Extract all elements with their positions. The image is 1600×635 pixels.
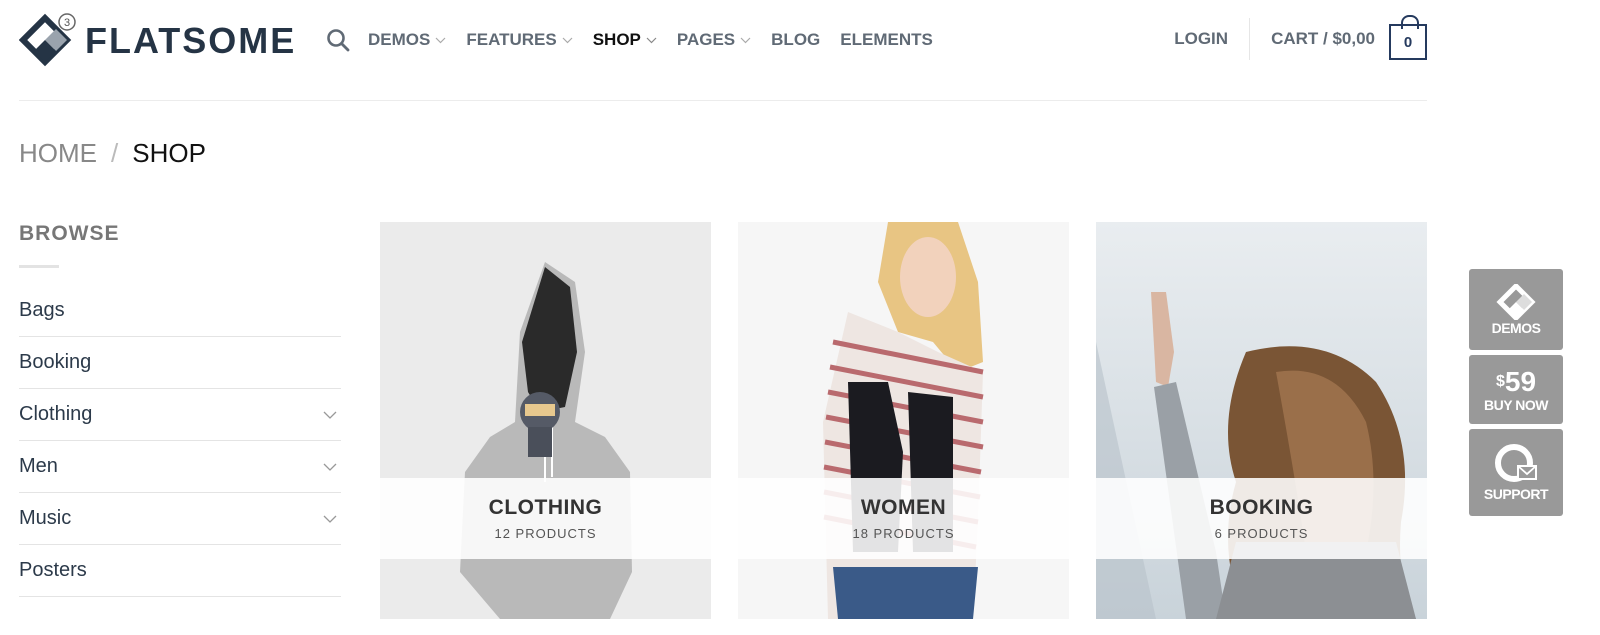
svg-text:3: 3 [64,17,70,29]
category-card-clothing[interactable]: CLOTHING 12 PRODUCTS [380,222,711,619]
buy-now-button[interactable]: $59 BUY NOW [1469,355,1563,424]
chevron-down-icon [740,37,751,43]
cart-link[interactable]: CART / $0,00 [1271,29,1375,49]
nav-shop-label: SHOP [592,30,641,49]
nav-blog-label: BLOG [771,30,821,49]
support-button[interactable]: SUPPORT [1469,429,1563,516]
search-icon[interactable] [326,28,350,52]
women-image [738,222,1069,619]
sidebar-item-music[interactable]: Music [19,493,341,545]
flatsome-logo-icon [1496,283,1536,320]
hoodie-image [380,222,711,619]
support-label: SUPPORT [1483,485,1549,502]
nav-features[interactable]: FEATURES [466,30,573,50]
nav-demos-label: DEMOS [368,30,431,49]
site-header: 3 FLATSOME DEMOS FEATURES SHOP PAGES BLO… [19,0,1427,101]
category-overlay: BOOKING 6 PRODUCTS [1096,478,1427,559]
logo-text: FLATSOME [85,20,297,61]
breadcrumb-separator: / [111,138,119,168]
category-title: BOOKING [1209,496,1314,519]
nav-pages-label: PAGES [676,30,736,49]
sidebar-item-label: Bags [19,299,65,321]
nav-shop[interactable]: SHOP [593,30,657,50]
nav-features-label: FEATURES [466,30,557,49]
sidebar-item-label: Posters [19,559,87,581]
buy-now-label: BUY NOW [1484,396,1548,413]
sidebar-item-men[interactable]: Men [19,441,341,493]
category-title: CLOTHING [488,496,603,519]
sidebar-item-label: Music [19,507,72,529]
divider [1249,18,1251,60]
sidebar-item-clothing[interactable]: Clothing [19,389,341,441]
chevron-down-icon[interactable] [323,463,337,471]
flatsome-logo-icon: 3 [19,13,76,67]
lifebuoy-mail-icon [1495,443,1537,482]
nav-blog[interactable]: BLOG [771,30,820,50]
demos-label: DEMOS [1491,319,1541,336]
sidebar-title: BROWSE [19,222,120,245]
nav-elements-label: ELEMENTS [840,30,933,49]
breadcrumb-current: SHOP [132,138,206,168]
chevron-down-icon[interactable] [323,515,337,523]
main-nav: DEMOS FEATURES SHOP PAGES BLOG ELEMENTS [326,28,953,52]
nav-demos[interactable]: DEMOS [368,30,446,50]
price: $59 [1495,365,1537,397]
breadcrumb-home[interactable]: HOME [19,138,97,169]
sidebar-item-booking[interactable]: Booking [19,337,341,389]
booking-image [1096,222,1427,619]
login-link[interactable]: LOGIN [1174,29,1249,49]
sidebar-item-bags[interactable]: Bags [19,285,341,337]
sidebar-item-label: Clothing [19,403,93,425]
sidebar: BROWSE Bags Booking Clothing Men Music P… [19,222,341,597]
sidebar-item-posters[interactable]: Posters [19,545,341,597]
currency-symbol: $ [1495,372,1505,390]
category-grid: CLOTHING 12 PRODUCTS WOMEN 18 PRODUCTS B… [380,222,1427,619]
nav-elements[interactable]: ELEMENTS [840,30,933,50]
category-card-women[interactable]: WOMEN 18 PRODUCTS [738,222,1069,619]
nav-pages[interactable]: PAGES [677,30,751,50]
cart-bag-icon[interactable]: 0 [1389,15,1427,60]
category-title: WOMEN [860,496,947,519]
category-card-booking[interactable]: BOOKING 6 PRODUCTS [1096,222,1427,619]
category-count: 6 PRODUCTS [1214,526,1309,541]
price-value: 59 [1504,365,1537,397]
category-count: 12 PRODUCTS [494,526,597,541]
chevron-down-icon [435,37,446,43]
title-divider [19,265,59,268]
chevron-down-icon [562,37,573,43]
chevron-down-icon[interactable] [323,411,337,419]
breadcrumb: HOME / SHOP [19,138,206,169]
category-overlay: WOMEN 18 PRODUCTS [738,478,1069,559]
chevron-down-icon [646,37,657,43]
sidebar-item-label: Men [19,455,58,477]
logo[interactable]: 3 FLATSOME [19,12,296,70]
cart-count: 0 [1403,33,1413,51]
floating-side-buttons: DEMOS $59 BUY NOW SUPPORT [1469,269,1563,521]
demos-button[interactable]: DEMOS [1469,269,1563,350]
category-count: 18 PRODUCTS [852,526,955,541]
sidebar-item-label: Booking [19,351,92,373]
category-overlay: CLOTHING 12 PRODUCTS [380,478,711,559]
account-nav: LOGIN CART / $0,00 0 [1174,15,1427,62]
